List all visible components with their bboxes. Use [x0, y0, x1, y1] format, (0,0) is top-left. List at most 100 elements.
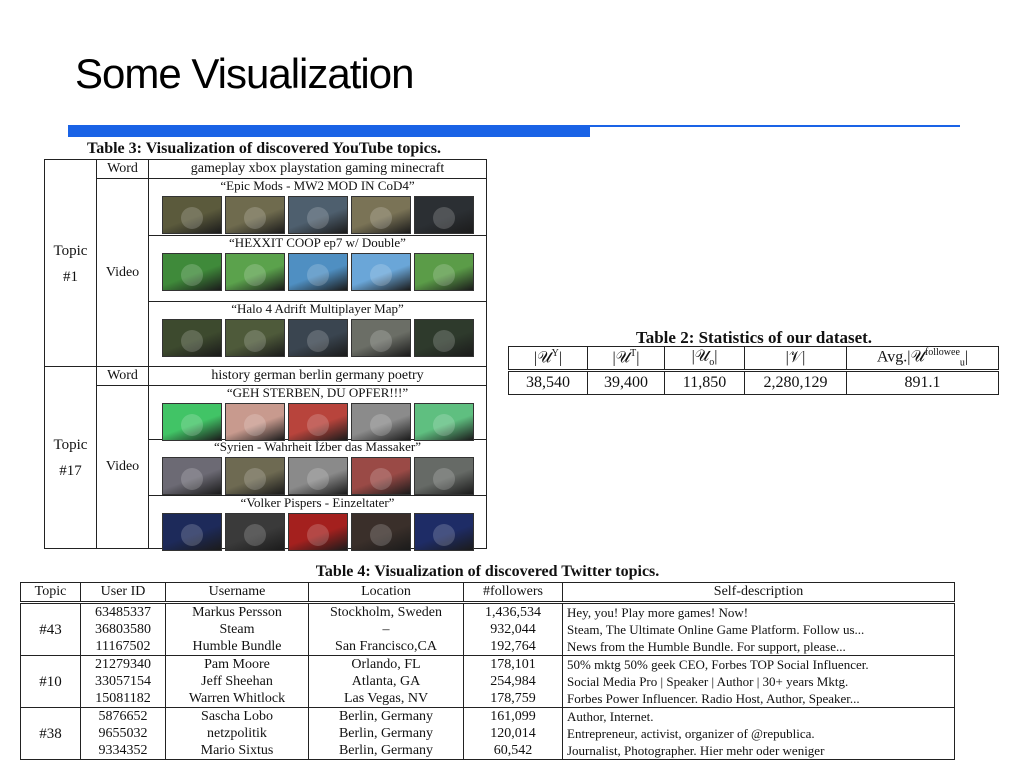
video-row: “GEH STERBEN, DU OPFER!!!” [149, 386, 486, 441]
table2-caption: Table 2: Statistics of our dataset. [635, 328, 873, 347]
video-thumbnail [224, 457, 285, 495]
dataset-stats-table: |𝒰Y| |𝒰T| |𝒰o| |𝒱| Avg.|𝒰followeeu| 38,540 39… [508, 346, 999, 395]
video-thumbnail [224, 319, 285, 357]
video-thumbnail [161, 513, 222, 551]
video-thumbnail [287, 253, 348, 291]
stat-header: |𝒰o| [664, 346, 745, 372]
thumbnail-detail [180, 207, 203, 229]
username-cell: Jeff Sheehan [165, 673, 309, 690]
video-thumbnail [350, 457, 411, 495]
thumbnail-detail [306, 330, 329, 352]
topic-words: gameplay xbox playstation gaming minecra… [149, 160, 486, 179]
title-accent-bar [68, 125, 590, 137]
topic-id-cell: #10 [20, 655, 81, 708]
video-row: “Halo 4 Adrift Multiplayer Map” [149, 302, 486, 366]
stat-value: 891.1 [846, 370, 999, 395]
video-row: “Syrien - Wahrheit Ìźber das Massaker” [149, 440, 486, 496]
stat-value: 38,540 [508, 370, 588, 395]
thumbnail-detail [243, 264, 266, 286]
thumbnail-detail [306, 207, 329, 229]
username-cell: Mario Sixtus [165, 742, 309, 760]
username-cell: Sascha Lobo [165, 707, 309, 725]
thumbnail-detail [180, 330, 203, 352]
location-cell: Berlin, Germany [308, 742, 464, 760]
thumbnail-detail [432, 207, 455, 229]
thumbnail-strip [149, 319, 486, 357]
followers-cell: 178,101 [463, 655, 563, 673]
stat-symbol: Avg.|𝒰 [876, 348, 925, 366]
video-thumbnail [287, 457, 348, 495]
user-id-cell: 15081182 [80, 690, 166, 708]
table-row: 36803580 Steam –932,044 Steam, The Ultimate… [21, 621, 955, 638]
video-thumbnail [413, 196, 474, 234]
table-row: 11167502 Humble Bundle San Francisco,CA 192… [21, 638, 955, 656]
thumbnail-detail [180, 264, 203, 286]
location-cell: San Francisco,CA [308, 638, 464, 656]
stat-superscript: followee [924, 347, 960, 359]
topic-divider [45, 366, 486, 367]
table-row: 9334352 Mario Sixtus Berlin, Germany 60,542… [21, 742, 955, 760]
video-thumbnail [161, 253, 222, 291]
stat-symbol: |𝒰 [533, 349, 552, 367]
topic-block: Topic #17 Word history german berlin german… [45, 367, 486, 551]
stat-header: |𝒰T| [587, 346, 665, 372]
slide-title: Some Visualization [75, 50, 414, 97]
username-cell: Humble Bundle [165, 638, 309, 656]
username-cell: Warren Whitlock [165, 690, 309, 708]
user-id-cell: 63485337 [80, 602, 166, 621]
user-id-cell: 36803580 [80, 621, 166, 638]
thumbnail-detail [180, 524, 203, 546]
table4-caption: Table 4: Visualization of discovered Twi… [315, 563, 660, 580]
location-cell: – [308, 621, 464, 638]
thumbnail-strip [149, 253, 486, 291]
video-title: “Epic Mods - MW2 MOD IN CoD4” [220, 178, 415, 193]
topic-label: Topic [53, 242, 88, 259]
stat-bar: | [558, 349, 563, 367]
topic-id-cell: #38 [20, 707, 81, 760]
column-header: Self-description [562, 582, 955, 604]
thumbnail-detail [432, 524, 455, 546]
self-description-cell: Forbes Power Influencer. Radio Host, Aut… [562, 690, 955, 708]
title-underline [590, 125, 960, 127]
video-thumbnail [161, 319, 222, 357]
video-label: Video [97, 179, 149, 367]
column-header: Username [165, 582, 309, 604]
thumbnail-detail [243, 524, 266, 546]
stat-bar: | [714, 347, 718, 365]
video-thumbnail [161, 457, 222, 495]
self-description-cell: Journalist, Photographer. Hier mehr oder… [562, 742, 955, 760]
video-thumbnail [224, 196, 285, 234]
stat-header: |𝒱| [744, 346, 847, 372]
video-thumbnail [224, 513, 285, 551]
stat-value: 2,280,129 [744, 370, 847, 395]
video-title: “HEXXIT COOP ep7 w/ Double” [229, 235, 406, 250]
video-thumbnail [287, 513, 348, 551]
followers-cell: 1,436,534 [463, 602, 563, 621]
video-thumbnail [413, 319, 474, 357]
thumbnail-detail [432, 468, 455, 490]
thumbnail-detail [306, 524, 329, 546]
stat-value: 11,850 [664, 370, 745, 395]
thumbnail-strip [149, 513, 486, 551]
video-thumbnail [413, 513, 474, 551]
video-row: “Epic Mods - MW2 MOD IN CoD4” [149, 179, 486, 236]
thumbnail-detail [306, 414, 329, 436]
username-cell: netzpolitik [165, 725, 309, 742]
video-thumbnail [224, 403, 285, 441]
stat-header: Avg.|𝒰followeeu| [846, 346, 999, 372]
thumbnail-detail [243, 414, 266, 436]
thumbnail-detail [306, 468, 329, 490]
user-id-cell: 11167502 [80, 638, 166, 656]
video-thumbnail [413, 403, 474, 441]
thumbnail-detail [369, 264, 392, 286]
location-cell: Orlando, FL [308, 655, 464, 673]
topic-label: Topic [53, 436, 88, 453]
followers-cell: 932,044 [463, 621, 563, 638]
video-thumbnail [350, 319, 411, 357]
user-id-cell: 9655032 [80, 725, 166, 742]
thumbnail-detail [369, 414, 392, 436]
thumbnail-detail [306, 264, 329, 286]
stat-symbol: |𝒰 [691, 347, 710, 365]
user-id-cell: 9334352 [80, 742, 166, 760]
username-cell: Markus Persson [165, 602, 309, 621]
